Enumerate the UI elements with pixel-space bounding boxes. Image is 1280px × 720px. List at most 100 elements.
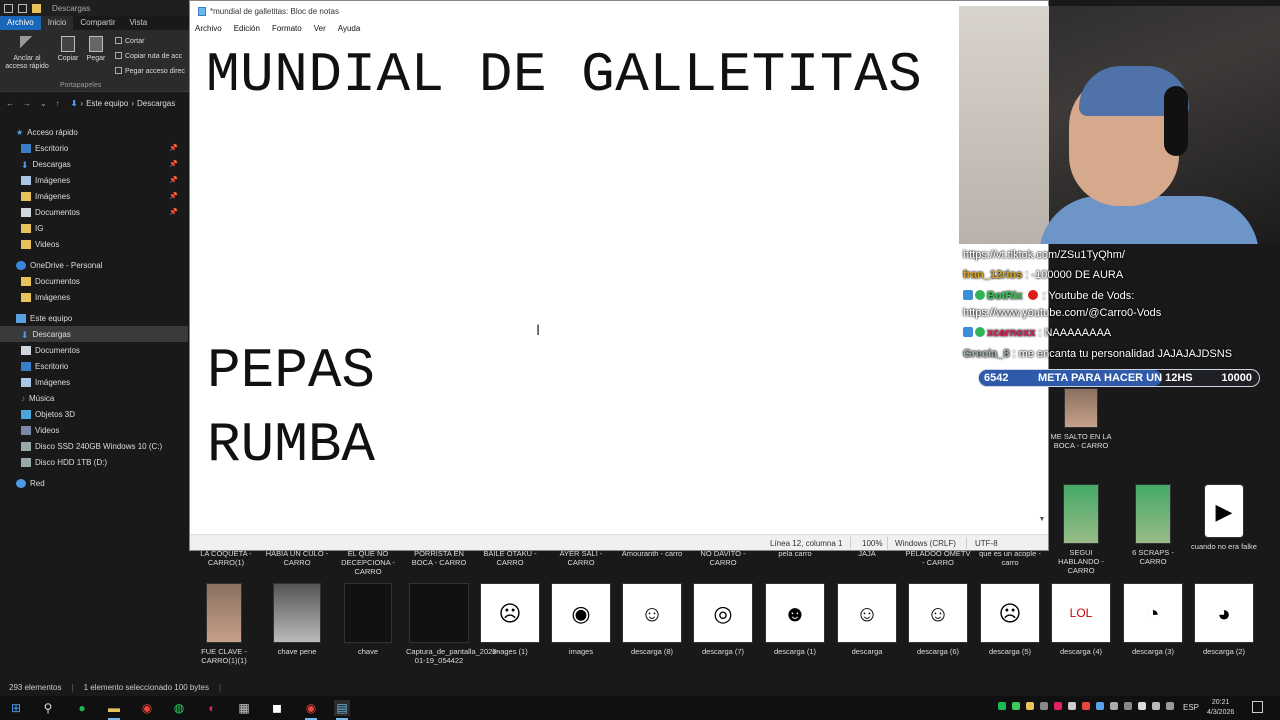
file-item[interactable]: ☺ descarga [834,583,900,656]
file-item[interactable]: AYER SALI - CARRO [548,549,614,567]
file-explorer-icon[interactable]: ▬ [106,700,122,720]
forward-icon[interactable]: → [23,99,31,108]
recent-dropdown-icon[interactable]: ⌄ [40,99,47,108]
nav-pc-imagenes[interactable]: Imágenes [0,374,188,390]
tray-app-icon[interactable] [1082,702,1090,710]
copy-button[interactable]: Copiar [55,36,81,63]
obs-icon[interactable]: ◼ [269,700,285,716]
volume-icon[interactable] [1152,702,1160,710]
breadcrumb-folder[interactable]: Descargas [137,99,175,108]
spotify-icon[interactable] [998,702,1006,710]
nav-onedrive[interactable]: OneDrive - Personal [0,257,188,273]
nav-this-pc[interactable]: Este equipo [0,310,188,326]
breadcrumb-root[interactable]: Este equipo [86,99,128,108]
nav-item-imagenes[interactable]: Imágenes 📌 [0,172,188,188]
nav-onedrive-documentos[interactable]: Documentos [0,273,188,289]
file-item[interactable]: PELADOO OMETV - CARRO [905,549,971,567]
paste-shortcut-button[interactable]: Pegar acceso direc [115,67,185,75]
file-item[interactable]: ◔ descarga (3) [1120,583,1186,656]
file-item[interactable]: ☺ descarga (6) [905,583,971,656]
keyboard-icon[interactable] [1166,702,1174,710]
start-windows-icon[interactable]: ⊞ [8,700,24,716]
menu-ayuda[interactable]: Ayuda [338,24,361,33]
file-item[interactable]: FUE CLAVE - CARRO(1)(1) [191,583,257,665]
nav-item-descargas[interactable]: ⬇ Descargas 📌 [0,156,188,172]
file-item[interactable]: ▶ cuando no era falke [1191,484,1257,551]
scroll-down-icon[interactable]: ▼ [1036,516,1048,523]
nav-pc-disk-c[interactable]: Disco SSD 240GB Windows 10 (C:) [0,438,188,454]
tray-app-icon[interactable] [1054,702,1062,710]
whatsapp-icon[interactable]: ◍ [171,700,187,716]
menu-edicion[interactable]: Edición [234,24,260,33]
tray-app-icon[interactable] [1012,702,1020,710]
store-icon[interactable]: ▦ [236,700,252,716]
file-item[interactable]: PORRISTA EN BOCA - CARRO [406,549,472,567]
tray-app-icon[interactable] [1068,702,1076,710]
tray-app-icon[interactable] [1040,702,1048,710]
notepad-icon[interactable]: ▤ [334,700,350,720]
search-icon[interactable]: ⚲ [40,700,56,716]
file-item[interactable]: HABIA UN CULO - CARRO [264,549,330,567]
nav-pc-documentos[interactable]: Documentos [0,342,188,358]
file-item[interactable]: ME SALTO EN LA BOCA - CARRO [1048,388,1114,450]
app-icon[interactable]: ◐ [204,700,220,716]
file-item[interactable]: chave pene [264,583,330,656]
file-item[interactable]: ◕ descarga (2) [1191,583,1257,656]
nav-item-imagenes-2[interactable]: Imágenes 📌 [0,188,188,204]
breadcrumb[interactable]: ⬇ › Este equipo › Descargas [71,99,176,108]
nav-quick-access[interactable]: ★ Acceso rápido [0,124,188,140]
file-item[interactable]: NO DAVITO - CARRO [690,549,756,567]
tab-inicio[interactable]: Inicio [40,16,74,30]
clock[interactable]: 20:21 4/3/2026 [1207,698,1234,718]
file-item[interactable]: LOL descarga (4) [1048,583,1114,656]
file-item[interactable]: BAILE OTAKU - CARRO [477,549,543,567]
nav-item-escritorio[interactable]: Escritorio 📌 [0,140,188,156]
tab-archivo[interactable]: Archivo [0,16,41,30]
pin-quick-access-button[interactable]: Anclar al acceso rápido [4,36,50,71]
tray-app-icon[interactable] [1096,702,1104,710]
file-item[interactable]: 6 SCRAPS - CARRO [1120,484,1186,566]
file-item[interactable]: que es un acople - carro [977,549,1043,567]
file-item[interactable]: ☹ descarga (5) [977,583,1043,656]
nav-onedrive-imagenes[interactable]: Imágenes [0,289,188,305]
chrome-icon[interactable]: ◉ [139,700,155,716]
cut-button[interactable]: Cortar [115,37,144,45]
nav-pc-musica[interactable]: ♪ Música [0,390,188,406]
nav-pc-objetos-3d[interactable]: Objetos 3D [0,406,188,422]
nav-pc-descargas[interactable]: ⬇ Descargas [0,326,188,342]
nav-item-ig[interactable]: IG [0,220,188,236]
file-item[interactable]: LA COQUETA - CARRO(1) [193,549,259,567]
menu-ver[interactable]: Ver [314,24,326,33]
chrome-icon[interactable]: ◉ [303,700,319,720]
tab-vista[interactable]: Vista [123,16,155,30]
paste-button[interactable]: Pegar [85,36,107,63]
notepad-titlebar[interactable]: *mundial de galletitas: Bloc de notas [190,1,1048,21]
tray-app-icon[interactable] [1110,702,1118,710]
nav-network[interactable]: Red [0,475,188,491]
menu-formato[interactable]: Formato [272,24,302,33]
file-item[interactable]: ◎ descarga (7) [690,583,756,656]
file-item[interactable]: Captura_de_pantalla_2026-01-19_054422 [406,583,499,665]
file-item[interactable]: ◉ images [548,583,614,656]
back-icon[interactable]: ← [6,99,14,108]
notepad-window[interactable]: *mundial de galletitas: Bloc de notas Ar… [189,0,1049,551]
tray-app-icon[interactable] [1124,702,1132,710]
nav-pc-disk-d[interactable]: Disco HDD 1TB (D:) [0,454,188,470]
quick-access-down-icon[interactable] [4,3,13,13]
quick-access-properties-icon[interactable] [18,3,27,13]
file-item[interactable]: chave [335,583,401,656]
nav-pc-escritorio[interactable]: Escritorio [0,358,188,374]
up-icon[interactable]: ↑ [56,99,60,108]
file-item[interactable]: ☺ descarga (8) [619,583,685,656]
notepad-text-area[interactable]: MUNDIAL DE GALLETITAS PEPAS RUMBA I [190,35,1048,523]
tray-app-icon[interactable] [1026,702,1034,710]
tab-compartir[interactable]: Compartir [73,16,122,30]
file-item[interactable]: SEGUI HABLANDO - CARRO [1048,484,1114,575]
language-indicator[interactable]: ESP [1183,703,1199,712]
file-item[interactable]: ☻ descarga (1) [762,583,828,656]
file-item[interactable]: ☹ images (1) [477,583,543,656]
network-icon[interactable] [1138,702,1146,710]
nav-item-documentos[interactable]: Documentos 📌 [0,204,188,220]
nav-pc-videos[interactable]: Videos [0,422,188,438]
menu-archivo[interactable]: Archivo [195,24,222,33]
